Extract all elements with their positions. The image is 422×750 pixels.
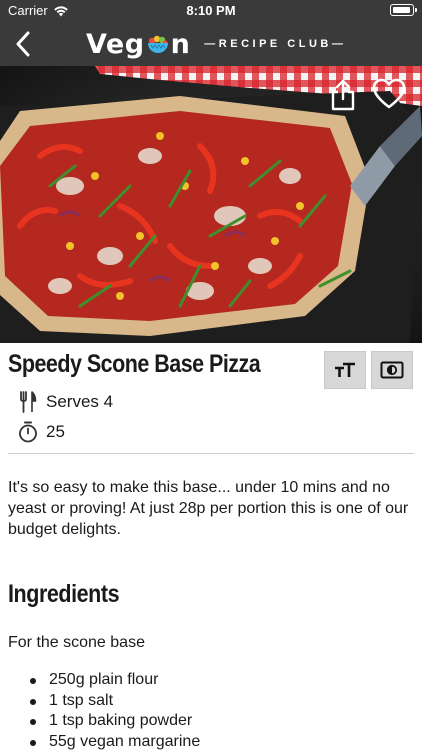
ingredients-list: 250g plain flour 1 tsp salt 1 tsp baking… (30, 670, 200, 750)
logo-wordmark: Veg n (86, 29, 190, 60)
chevron-left-icon (16, 31, 30, 57)
cutlery-icon (18, 391, 38, 413)
bowl-icon (147, 35, 168, 53)
ingredients-subheading: For the scone base (8, 634, 145, 651)
ingredient-item: 250g plain flour (30, 670, 200, 691)
app-logo: Veg n —RECIPE CLUB— (86, 25, 346, 63)
recipe-title: Speedy Scone Base Pizza (8, 350, 261, 378)
navigation-bar: Veg n —RECIPE CLUB— (0, 22, 422, 66)
ingredient-item: 55g vegan margarine (30, 732, 200, 750)
recipe-hero-image (0, 66, 422, 343)
recipe-description: It's so easy to make this base... under … (8, 479, 409, 538)
battery-icon (390, 4, 417, 16)
app-header: Carrier 8:10 PM Veg n —RECIPE CLUB— (0, 0, 422, 66)
status-bar: Carrier 8:10 PM (0, 0, 422, 22)
heart-icon (372, 78, 406, 109)
serves-label: Serves 4 (46, 392, 114, 411)
logo-word-left: Veg (86, 28, 145, 60)
divider (8, 453, 414, 454)
share-icon (331, 79, 355, 111)
share-button[interactable] (328, 78, 358, 112)
text-size-button[interactable] (324, 351, 366, 389)
text-size-icon (335, 362, 355, 377)
back-button[interactable] (6, 24, 40, 64)
logo-tagline: —RECIPE CLUB— (204, 38, 347, 50)
ingredient-item: 1 tsp baking powder (30, 711, 200, 732)
status-time: 8:10 PM (186, 3, 236, 18)
time-label: 25 (46, 422, 65, 441)
serves-row: Serves 4 (18, 391, 113, 413)
time-row: 25 (18, 421, 65, 443)
ingredients-heading: Ingredients (8, 580, 120, 608)
favorite-button[interactable] (372, 78, 406, 110)
logo-word-right: n (170, 28, 191, 60)
screen-brightness-icon (380, 361, 404, 379)
screen-awake-button[interactable] (371, 351, 413, 389)
ingredient-item: 1 tsp salt (30, 691, 200, 712)
pizza-photo (0, 66, 422, 343)
stopwatch-icon (18, 421, 38, 443)
